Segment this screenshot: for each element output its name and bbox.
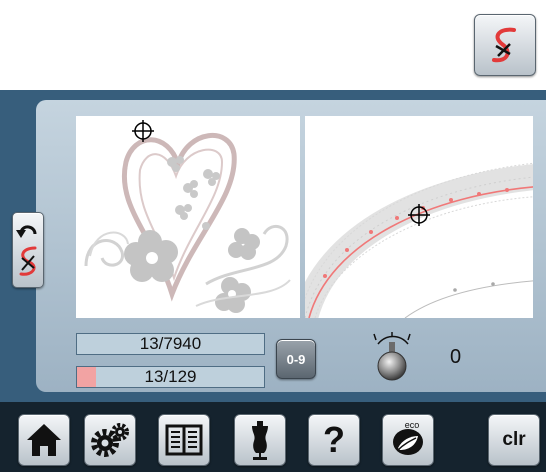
heart-flower-design: [84, 120, 291, 313]
zoom-preview[interactable]: [305, 116, 533, 318]
color-progress-bar: [77, 367, 96, 387]
numpad-button[interactable]: 0-9: [276, 339, 316, 379]
sew-path-icon: [492, 27, 516, 63]
total-stitch-counter: 13/7940: [76, 333, 265, 355]
settings-button[interactable]: [84, 414, 136, 466]
eco-leaf-icon: eco: [393, 420, 423, 455]
tutorial-button[interactable]: [158, 414, 210, 466]
clear-button[interactable]: clr: [488, 414, 540, 466]
sew-path-button[interactable]: [474, 14, 536, 76]
eco-button[interactable]: eco: [382, 414, 434, 466]
speed-value: 0: [450, 346, 462, 368]
clear-label: clr: [502, 429, 526, 450]
return-sew-path-button[interactable]: [12, 212, 44, 288]
zoomed-stitch-detail: [305, 162, 533, 318]
gears-icon: [91, 423, 129, 457]
design-preview[interactable]: [76, 116, 300, 318]
help-label: ?: [323, 419, 345, 460]
creative-consultant-button[interactable]: [234, 414, 286, 466]
speed-knob-icon: [366, 330, 418, 382]
color-stitch-counter: 13/129: [76, 366, 265, 388]
eco-label: eco: [405, 420, 420, 430]
help-button[interactable]: ?: [308, 414, 360, 466]
home-icon: [27, 424, 61, 456]
book-icon: [165, 424, 203, 456]
color-stitch-label: 13/129: [144, 367, 197, 386]
top-area: [0, 0, 546, 90]
home-button[interactable]: [18, 414, 70, 466]
dress-form-icon: [252, 421, 268, 460]
return-sew-path-icon: [16, 225, 37, 276]
